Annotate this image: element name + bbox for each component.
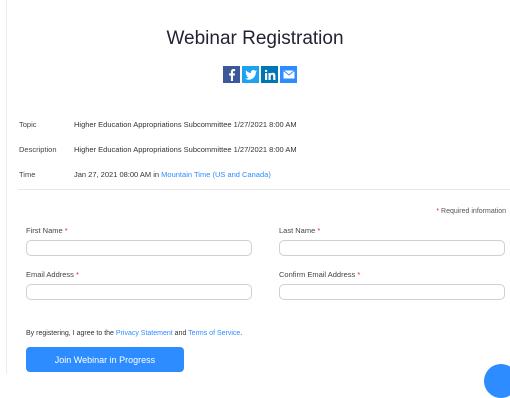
timezone-link[interactable]: Mountain Time (US and Canada) xyxy=(161,170,271,179)
topic-value: Higher Education Appropriations Subcommi… xyxy=(74,120,297,129)
join-webinar-button[interactable]: Join Webinar in Progress xyxy=(26,347,184,372)
required-marker: * xyxy=(317,226,321,235)
required-marker: * xyxy=(357,270,361,279)
linkedin-icon[interactable] xyxy=(261,66,278,83)
last-name-input[interactable] xyxy=(279,240,505,256)
topic-label: Topic xyxy=(19,120,37,129)
email-icon[interactable] xyxy=(280,66,297,83)
email-label: Email Address * xyxy=(26,270,79,279)
consent-and: and xyxy=(174,330,187,337)
topic-row: Topic Higher Education Appropriations Su… xyxy=(19,120,297,129)
confirm-email-label-text: Confirm Email Address xyxy=(279,270,356,279)
required-note-text: Required information xyxy=(441,208,506,215)
description-label: Description xyxy=(19,145,57,154)
required-note: * Required information xyxy=(436,208,506,215)
required-marker: * xyxy=(436,208,440,215)
left-border xyxy=(6,0,7,374)
first-name-label: First Name * xyxy=(26,226,68,235)
privacy-statement-link[interactable]: Privacy Statement xyxy=(116,330,173,337)
first-name-input[interactable] xyxy=(26,240,252,256)
confirm-email-input[interactable] xyxy=(279,284,505,300)
consent-prefix: By registering, I agree to the xyxy=(26,330,114,337)
chat-bubble-icon[interactable] xyxy=(484,364,510,398)
description-value: Higher Education Appropriations Subcommi… xyxy=(74,145,297,154)
time-row: Time Jan 27, 2021 08:00 AM in Mountain T… xyxy=(19,170,271,179)
required-marker: * xyxy=(76,270,79,279)
last-name-label: Last Name * xyxy=(279,226,320,235)
facebook-icon[interactable] xyxy=(223,66,240,83)
description-row: Description Higher Education Appropriati… xyxy=(19,145,297,154)
last-name-label-text: Last Name xyxy=(279,226,316,235)
consent-suffix: . xyxy=(240,330,243,337)
required-marker: * xyxy=(64,226,68,235)
email-input[interactable] xyxy=(26,284,252,300)
time-label: Time xyxy=(19,170,36,179)
confirm-email-label: Confirm Email Address * xyxy=(279,270,360,279)
twitter-icon[interactable] xyxy=(242,66,259,83)
consent-text: By registering, I agree to the Privacy S… xyxy=(26,330,242,337)
email-label-text: Email Address xyxy=(26,270,74,279)
first-name-label-text: First Name xyxy=(26,226,63,235)
section-divider xyxy=(18,189,510,190)
share-bar xyxy=(223,66,297,83)
terms-of-service-link[interactable]: Terms of Service xyxy=(188,330,240,337)
time-text: Jan 27, 2021 08:00 AM in xyxy=(74,170,160,179)
time-value: Jan 27, 2021 08:00 AM in Mountain Time (… xyxy=(74,170,271,179)
page-title: Webinar Registration xyxy=(166,28,344,49)
